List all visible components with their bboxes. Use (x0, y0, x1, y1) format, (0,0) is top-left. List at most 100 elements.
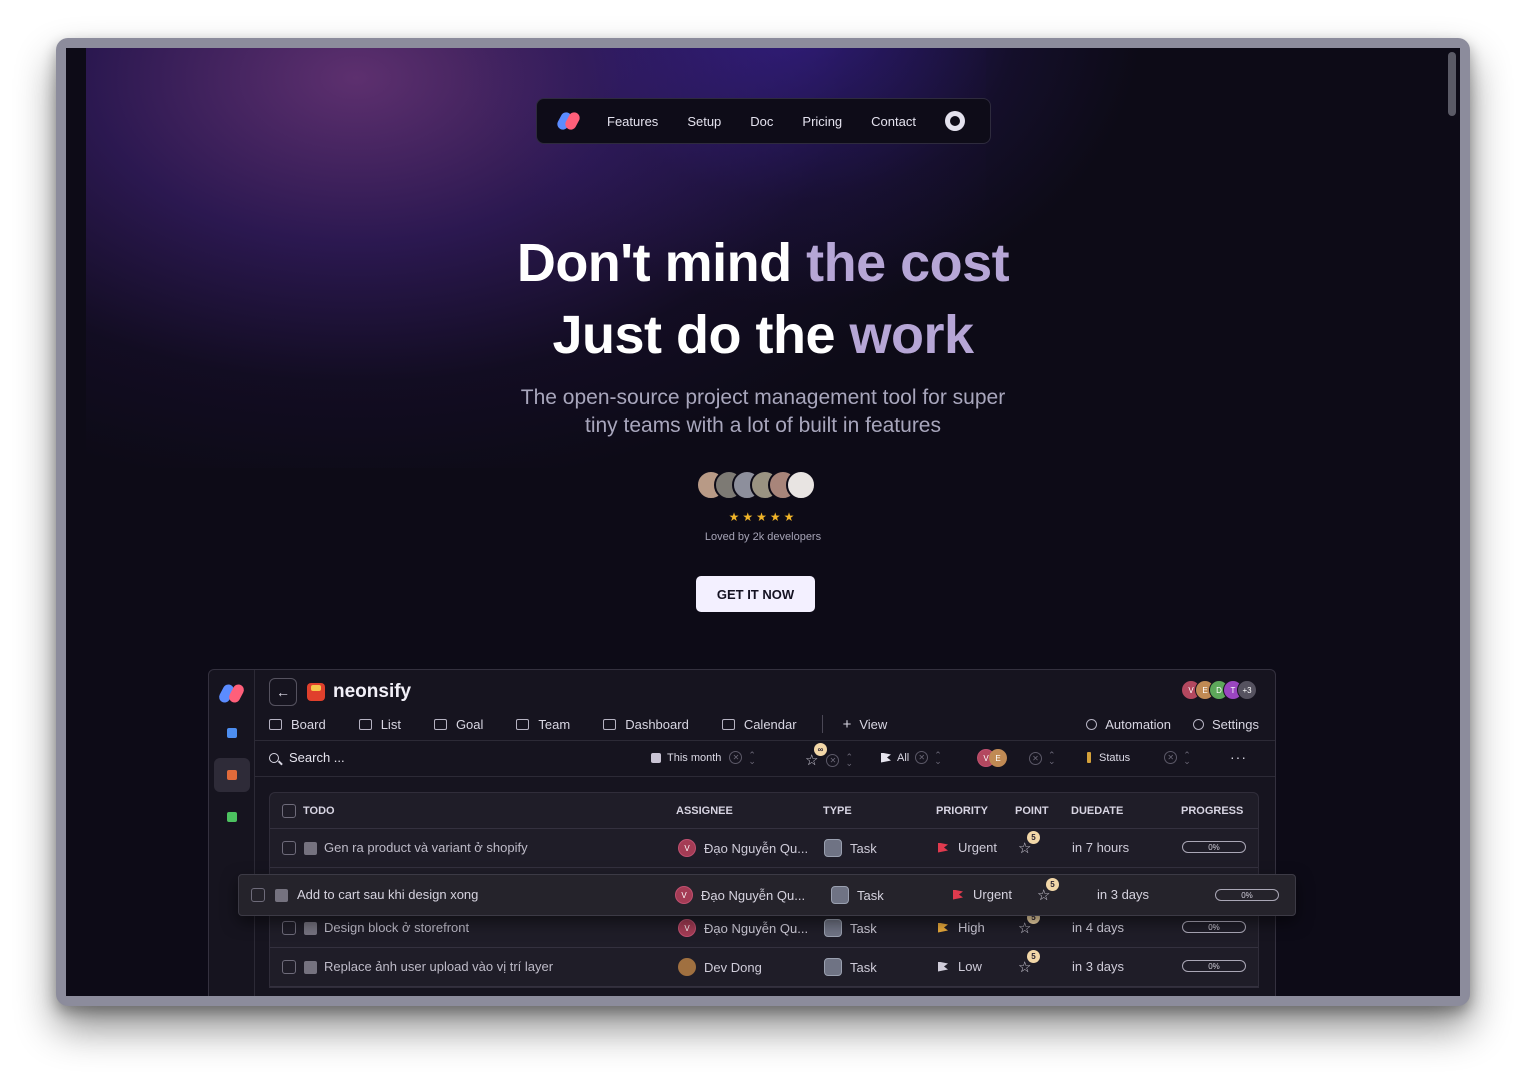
column-header-priority[interactable]: PRIORITY (936, 805, 988, 817)
clear-icon[interactable]: ✕ (915, 751, 929, 764)
search-input[interactable]: Search ... (269, 750, 345, 765)
duedate-cell[interactable]: in 3 days (1072, 959, 1124, 974)
automation-button[interactable]: Automation (1086, 717, 1171, 732)
hero-subtitle-line-1: The open-source project management tool … (520, 386, 1006, 409)
scrollbar-thumb[interactable] (1448, 52, 1456, 116)
sidebar-briefcase-icon[interactable] (214, 758, 250, 792)
todo-title[interactable]: Gen ra product và variant ở shopify (324, 840, 528, 855)
assignee-cell[interactable]: V Đạo Nguyễn Qu... (678, 919, 808, 937)
brand-logo-icon[interactable] (555, 110, 582, 132)
nav-link-pricing[interactable]: Pricing (802, 114, 842, 129)
nav-link-setup[interactable]: Setup (687, 114, 721, 129)
clear-icon[interactable]: ✕ (1164, 751, 1178, 764)
nav-link-features[interactable]: Features (607, 114, 658, 129)
column-header-progress[interactable]: PROGRESS (1181, 805, 1243, 817)
tab-list[interactable]: List (358, 717, 401, 732)
progress-cell[interactable]: 0% (1215, 889, 1279, 901)
table-row[interactable]: Gen ra product và variant ở shopify V Đạo… (270, 829, 1258, 868)
todo-title[interactable]: Replace ảnh user upload vào vị trí layer (324, 959, 553, 974)
get-it-now-button[interactable]: GET IT NOW (696, 576, 815, 612)
tab-dashboard[interactable]: Dashboard (603, 717, 689, 732)
status-square-icon[interactable] (304, 961, 317, 974)
column-header-assignee[interactable]: ASSIGNEE (676, 805, 733, 817)
avatar: E (989, 749, 1007, 767)
row-checkbox[interactable] (282, 921, 296, 935)
nav-link-doc[interactable]: Doc (750, 114, 773, 129)
hero-title-white: Just do the (552, 305, 850, 365)
app-logo-icon[interactable] (217, 682, 247, 705)
duedate-cell[interactable]: in 7 hours (1072, 840, 1129, 855)
settings-button[interactable]: Settings (1193, 717, 1259, 732)
back-button[interactable]: ← (269, 678, 297, 706)
type-cell[interactable]: Task (831, 886, 884, 904)
column-header-type[interactable]: TYPE (823, 805, 852, 817)
column-header-todo[interactable]: TODO (303, 805, 335, 817)
nav-link-contact[interactable]: Contact (871, 114, 916, 129)
page-viewport: Features Setup Doc Pricing Contact Don't… (66, 48, 1460, 996)
clear-icon[interactable]: ✕ (1029, 751, 1042, 765)
row-checkbox[interactable] (282, 841, 296, 855)
point-cell[interactable]: ☆ 5 (1018, 831, 1040, 857)
status-square-icon[interactable] (304, 842, 317, 855)
tab-team[interactable]: Team (516, 717, 570, 732)
sort-chevrons-icon[interactable]: ⌃ ⌄ (845, 753, 853, 768)
row-checkbox[interactable] (282, 960, 296, 974)
type-cell[interactable]: Task (824, 919, 877, 937)
assignee-cell[interactable]: V Đạo Nguyễn Qu... (678, 839, 808, 857)
type-cell[interactable]: Task (824, 958, 877, 976)
priority-cell[interactable]: High (938, 920, 985, 935)
dragging-table-row[interactable]: Add to cart sau khi design xong V Đạo Ngu… (238, 874, 1296, 916)
row-checkbox[interactable] (251, 888, 265, 902)
column-header-duedate[interactable]: DUEDATE (1071, 805, 1123, 817)
progress-cell[interactable]: 0% (1182, 960, 1246, 972)
tab-board[interactable]: Board (269, 717, 326, 732)
table-row[interactable]: Replace ảnh user upload vào vị trí layer… (270, 948, 1258, 987)
clear-icon[interactable]: ✕ (729, 751, 743, 764)
clear-icon[interactable]: ✕ (826, 753, 840, 767)
tab-goal[interactable]: Goal (433, 716, 484, 732)
column-header-point[interactable]: POINT (1015, 805, 1049, 817)
point-cell[interactable]: ☆ 5 (1037, 878, 1059, 904)
progress-cell[interactable]: 0% (1182, 841, 1246, 853)
point-cell[interactable]: ☆ 5 (1018, 911, 1040, 937)
date-filter[interactable]: This month ✕ ⌃ ⌄ (651, 750, 756, 765)
assignee-cell[interactable]: Dev Dong (678, 958, 762, 976)
hero-title-line-2: Just do the work (66, 304, 1460, 366)
todo-title[interactable]: Design block ở storefront (324, 920, 469, 935)
status-square-icon[interactable] (275, 889, 288, 902)
duedate-cell[interactable]: in 3 days (1097, 887, 1149, 902)
tab-label: Settings (1212, 716, 1259, 732)
sort-chevrons-icon[interactable]: ⌃ ⌄ (1183, 750, 1191, 765)
tab-label: Goal (455, 716, 484, 732)
assignee-cell[interactable]: V Đạo Nguyễn Qu... (675, 886, 805, 904)
calendar-icon (651, 752, 661, 763)
github-icon[interactable] (944, 111, 965, 131)
select-all-checkbox[interactable] (282, 803, 296, 818)
point-filter[interactable]: ☆ ∞ ✕ ⌃ ⌄ (805, 743, 853, 769)
priority-cell[interactable]: Urgent (938, 840, 997, 855)
type-label: Task (857, 887, 884, 903)
type-cell[interactable]: Task (824, 839, 877, 857)
more-options-icon[interactable]: ··· (1230, 749, 1247, 765)
point-cell[interactable]: ☆ 5 (1018, 950, 1040, 976)
priority-cell[interactable]: Low (938, 959, 982, 974)
duedate-cell[interactable]: in 4 days (1072, 920, 1124, 935)
add-view-button[interactable]: + View (843, 716, 888, 733)
task-icon (824, 839, 842, 857)
todo-title[interactable]: Add to cart sau khi design xong (297, 887, 478, 902)
sidebar-video-icon[interactable] (214, 800, 250, 834)
assignee-filter[interactable]: V E ✕ ⌃ ⌄ (977, 749, 1056, 767)
point-badge: 5 (1027, 831, 1040, 844)
progress-cell[interactable]: 0% (1182, 921, 1246, 933)
priority-cell[interactable]: Urgent (953, 887, 1012, 902)
sidebar-building-icon[interactable] (214, 716, 250, 750)
priority-filter[interactable]: All ✕ ⌃ ⌄ (881, 750, 942, 765)
status-filter[interactable]: Status ✕ ⌃ ⌄ (1087, 750, 1191, 765)
sort-chevrons-icon[interactable]: ⌃ ⌄ (1048, 751, 1056, 766)
project-members[interactable]: V E D T +3 (1181, 680, 1257, 700)
sort-chevrons-icon[interactable]: ⌃ ⌄ (934, 750, 942, 765)
status-square-icon[interactable] (304, 922, 317, 935)
sort-chevrons-icon[interactable]: ⌃ ⌄ (748, 750, 756, 765)
top-navigation: Features Setup Doc Pricing Contact (536, 98, 991, 144)
tab-calendar[interactable]: Calendar (721, 717, 797, 732)
